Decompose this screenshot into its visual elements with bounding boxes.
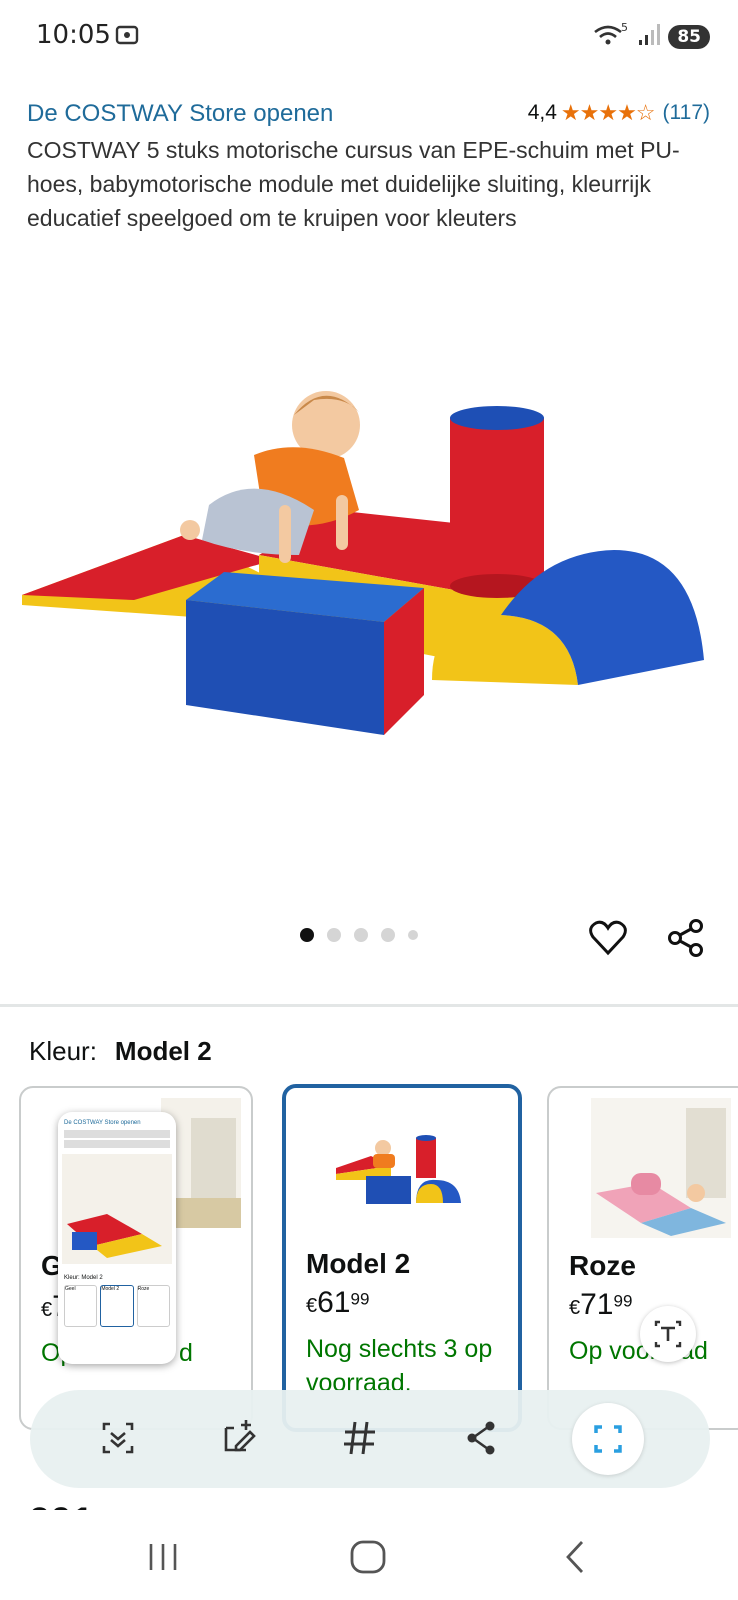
signal-icon	[638, 22, 661, 51]
screenshot-icon	[114, 22, 140, 53]
star-rating-icon: ★★★★☆	[560, 100, 656, 125]
scan-text-icon[interactable]	[90, 1410, 146, 1466]
status-time: 10:05	[36, 20, 111, 50]
store-link[interactable]: De COSTWAY Store openen	[27, 100, 333, 128]
home-icon[interactable]	[343, 1532, 393, 1582]
thumbnail-option: Geel	[64, 1285, 98, 1327]
gallery-dot[interactable]	[327, 928, 341, 942]
gallery-dot[interactable]	[408, 930, 418, 940]
section-divider	[0, 1004, 738, 1007]
share-icon[interactable]	[666, 918, 706, 958]
svg-text:5: 5	[621, 21, 628, 34]
rating-value: 4,4	[527, 101, 557, 124]
colour-option-name: Roze	[569, 1250, 636, 1281]
product-title: COSTWAY 5 stuks motorische cursus van EP…	[27, 137, 680, 231]
screenshot-thumbnail[interactable]: De COSTWAY Store openen Kleur: Model 2 G…	[58, 1112, 176, 1364]
review-count[interactable]: (117)	[663, 101, 710, 125]
thumbnail-option: Model 2	[100, 1285, 134, 1327]
focus-scan-icon[interactable]	[572, 1403, 644, 1475]
gallery-dot[interactable]	[354, 928, 368, 942]
colour-selector-label: Kleur: Model 2	[29, 1036, 212, 1067]
back-icon[interactable]	[552, 1532, 602, 1582]
gallery-dot[interactable]	[381, 928, 395, 942]
capture-toolbar	[30, 1390, 710, 1488]
colour-option-stock-end: d	[179, 1339, 193, 1367]
thumbnail-colour-text: Kleur: Model 2	[64, 1275, 103, 1281]
colour-label: Kleur:	[29, 1036, 97, 1066]
extract-text-button[interactable]	[640, 1306, 696, 1362]
colour-option-price: €7199	[569, 1288, 633, 1321]
wifi-icon: 5	[592, 20, 630, 53]
battery-indicator: 85	[668, 24, 710, 49]
share-icon[interactable]	[454, 1410, 510, 1466]
gallery-dot[interactable]	[300, 928, 314, 942]
recent-apps-icon[interactable]	[138, 1532, 188, 1582]
status-icons: 5 85	[592, 20, 710, 53]
edit-add-icon[interactable]	[212, 1410, 268, 1466]
colour-option-card-selected[interactable]: Model 2 €6199 Nog slechts 3 op voorraad.	[282, 1084, 522, 1432]
hashtag-icon[interactable]	[332, 1410, 388, 1466]
selected-colour: Model 2	[114, 1036, 212, 1066]
gallery-pagination[interactable]	[300, 928, 418, 942]
colour-option-price: €6199	[306, 1286, 370, 1319]
thumbnail-store-text: De COSTWAY Store openen	[64, 1120, 141, 1126]
system-navigation-bar	[0, 1510, 738, 1600]
colour-option-name: Model 2	[306, 1248, 411, 1279]
rating-summary[interactable]: 4,4 ★★★★☆ (117)	[528, 100, 710, 126]
colour-option-card[interactable]: Roze €7199 Op voorraad	[547, 1086, 738, 1430]
thumbnail-option: Roze	[136, 1285, 170, 1327]
product-image[interactable]	[14, 360, 724, 770]
wishlist-heart-icon[interactable]	[588, 918, 628, 958]
